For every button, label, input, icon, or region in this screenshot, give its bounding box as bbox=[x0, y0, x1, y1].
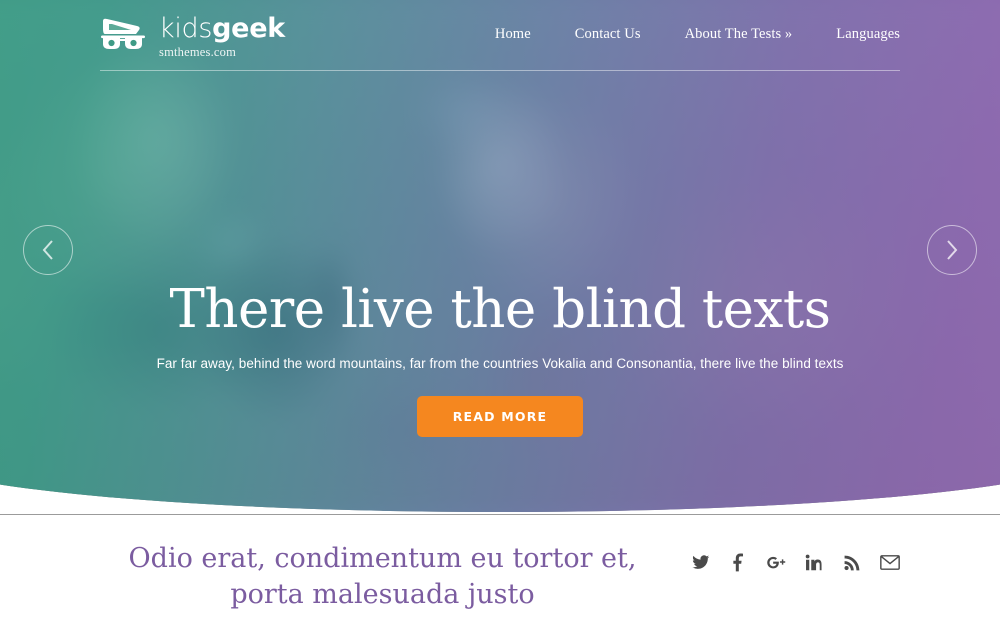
read-more-button[interactable]: READ MORE bbox=[416, 395, 584, 437]
nav-item-contact-us[interactable]: Contact Us bbox=[575, 26, 641, 43]
twitter-icon bbox=[691, 554, 709, 569]
nav-item-home[interactable]: Home bbox=[495, 26, 531, 43]
google-plus-icon bbox=[767, 556, 786, 568]
nav-item-languages[interactable]: Languages bbox=[836, 26, 900, 43]
social-link-google-plus[interactable] bbox=[766, 552, 786, 572]
social-link-facebook[interactable] bbox=[728, 552, 748, 572]
intro-heading: Odio erat, condimentum eu tortor et, por… bbox=[128, 543, 637, 610]
brand-name-light: kids bbox=[159, 13, 213, 44]
hero-slider: kidsgeek smthemes.com Home Contact Us Ab… bbox=[0, 0, 1000, 516]
section-divider bbox=[0, 514, 1000, 515]
slider-next-button[interactable] bbox=[927, 225, 977, 275]
facebook-icon bbox=[732, 553, 743, 571]
brand-name: kidsgeek bbox=[159, 15, 285, 42]
header-divider-rule bbox=[100, 70, 900, 71]
social-link-twitter[interactable] bbox=[690, 552, 710, 572]
intro-section: Odio erat, condimentum eu tortor et, por… bbox=[0, 515, 1000, 618]
slider-prev-button[interactable] bbox=[23, 225, 73, 275]
hero-title: There live the blind texts bbox=[169, 279, 831, 340]
site-header: kidsgeek smthemes.com Home Contact Us Ab… bbox=[0, 0, 1000, 72]
geek-glasses-logo-icon bbox=[101, 18, 145, 49]
social-link-linkedin[interactable] bbox=[804, 552, 824, 572]
chevron-left-icon bbox=[42, 240, 53, 260]
brand-name-bold: geek bbox=[212, 13, 285, 44]
social-link-email[interactable] bbox=[880, 552, 900, 572]
main-navigation: Home Contact Us About The Tests » Langua… bbox=[495, 14, 900, 43]
brand-tagline: smthemes.com bbox=[159, 45, 237, 59]
hero-subtitle: Far far away, behind the word mountains,… bbox=[156, 355, 844, 371]
hero-content: There live the blind texts Far far away,… bbox=[0, 0, 1000, 516]
social-link-rss[interactable] bbox=[842, 552, 862, 572]
social-links bbox=[690, 541, 900, 572]
nav-item-about-the-tests[interactable]: About The Tests » bbox=[685, 26, 793, 43]
rss-icon bbox=[844, 555, 859, 570]
chevron-right-icon bbox=[947, 240, 958, 260]
linkedin-icon bbox=[805, 554, 823, 570]
email-icon bbox=[880, 554, 900, 570]
brand-logo[interactable]: kidsgeek smthemes.com bbox=[100, 14, 285, 59]
